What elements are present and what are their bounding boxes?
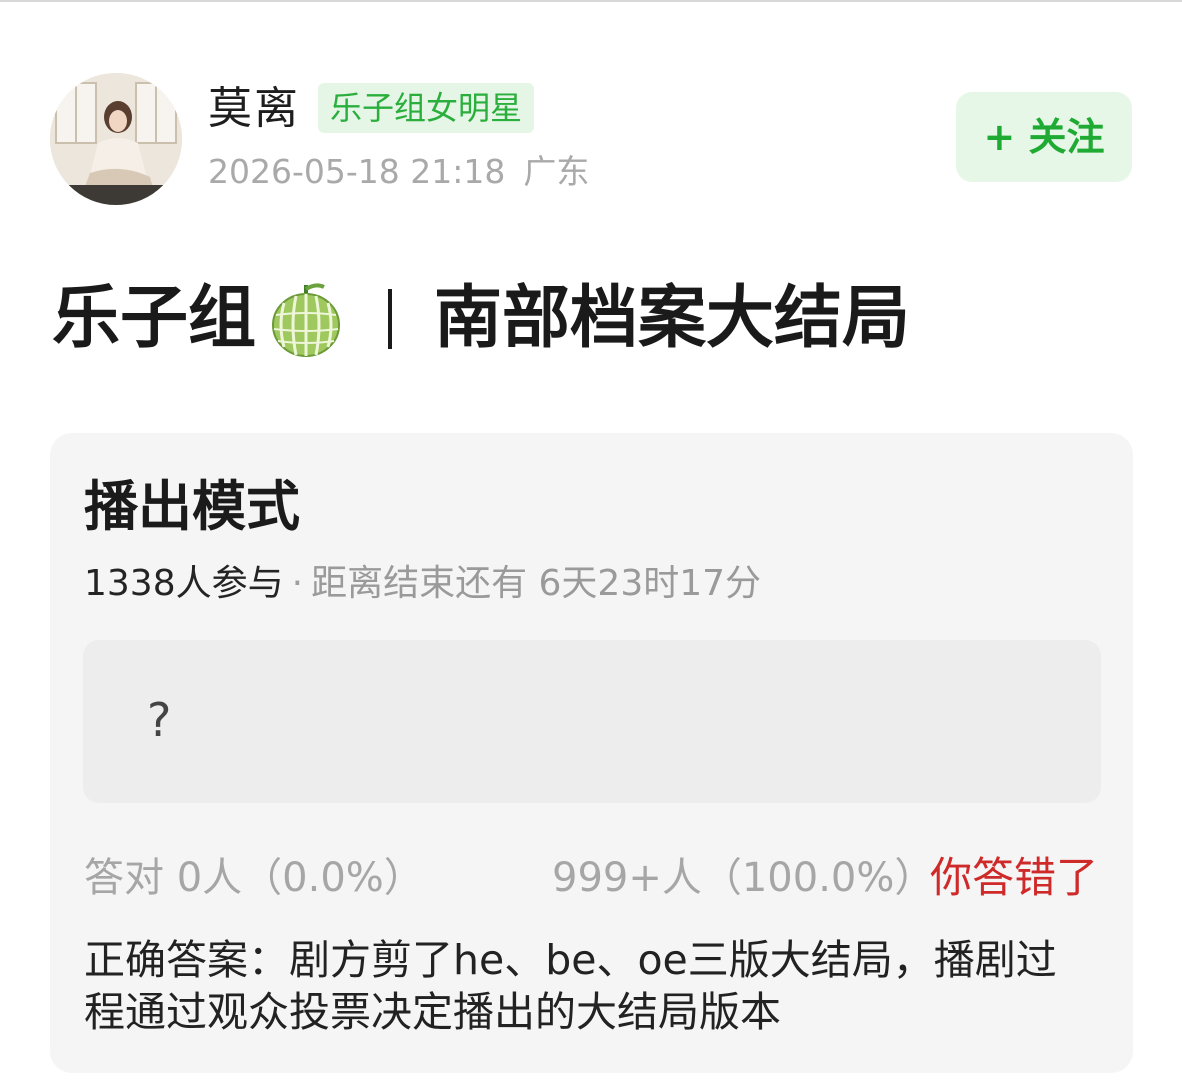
correct-answer-explanation: 正确答案：剧方剪了he、be、oe三版大结局，播剧过程通过观众投票决定播出的大结… <box>84 936 1057 1036</box>
post-location: 广东 <box>523 152 590 191</box>
post-meta: 2026-05-18 21:18 广东 <box>208 150 589 194</box>
correct-stat: 答对 0人（0.0%） <box>84 855 424 901</box>
quiz-participants: 1338人参与 <box>84 563 284 604</box>
post-title-right: 南部档案大结局 <box>434 279 911 358</box>
wrong-stat: 999+人（100.0%） <box>552 855 935 901</box>
answer-box[interactable]: ? <box>83 640 1101 803</box>
title-separator <box>388 289 393 349</box>
melon-icon <box>270 281 342 357</box>
quiz-countdown: 距离结束还有 6天23时17分 <box>311 563 762 604</box>
post-title: 乐子组 南部档案大结局 <box>52 276 910 362</box>
author-badge: 乐子组女明星 <box>318 83 535 133</box>
author-avatar[interactable] <box>50 73 182 205</box>
quiz-title: 播出模式 <box>84 475 300 538</box>
stats-separator: · <box>291 563 304 604</box>
verdict-text: 你答错了 <box>930 853 1099 902</box>
post-title-left: 乐子组 <box>52 279 257 358</box>
top-divider <box>0 0 1182 2</box>
quiz-stats: 1338人参与 · 距离结束还有 6天23时17分 <box>84 561 761 607</box>
avatar-photo <box>50 73 182 205</box>
post-date: 2026-05-18 21:18 <box>208 152 506 191</box>
follow-button[interactable]: + 关注 <box>956 92 1132 182</box>
answer-value: ? <box>147 693 172 747</box>
author-name[interactable]: 莫离 <box>208 82 300 136</box>
